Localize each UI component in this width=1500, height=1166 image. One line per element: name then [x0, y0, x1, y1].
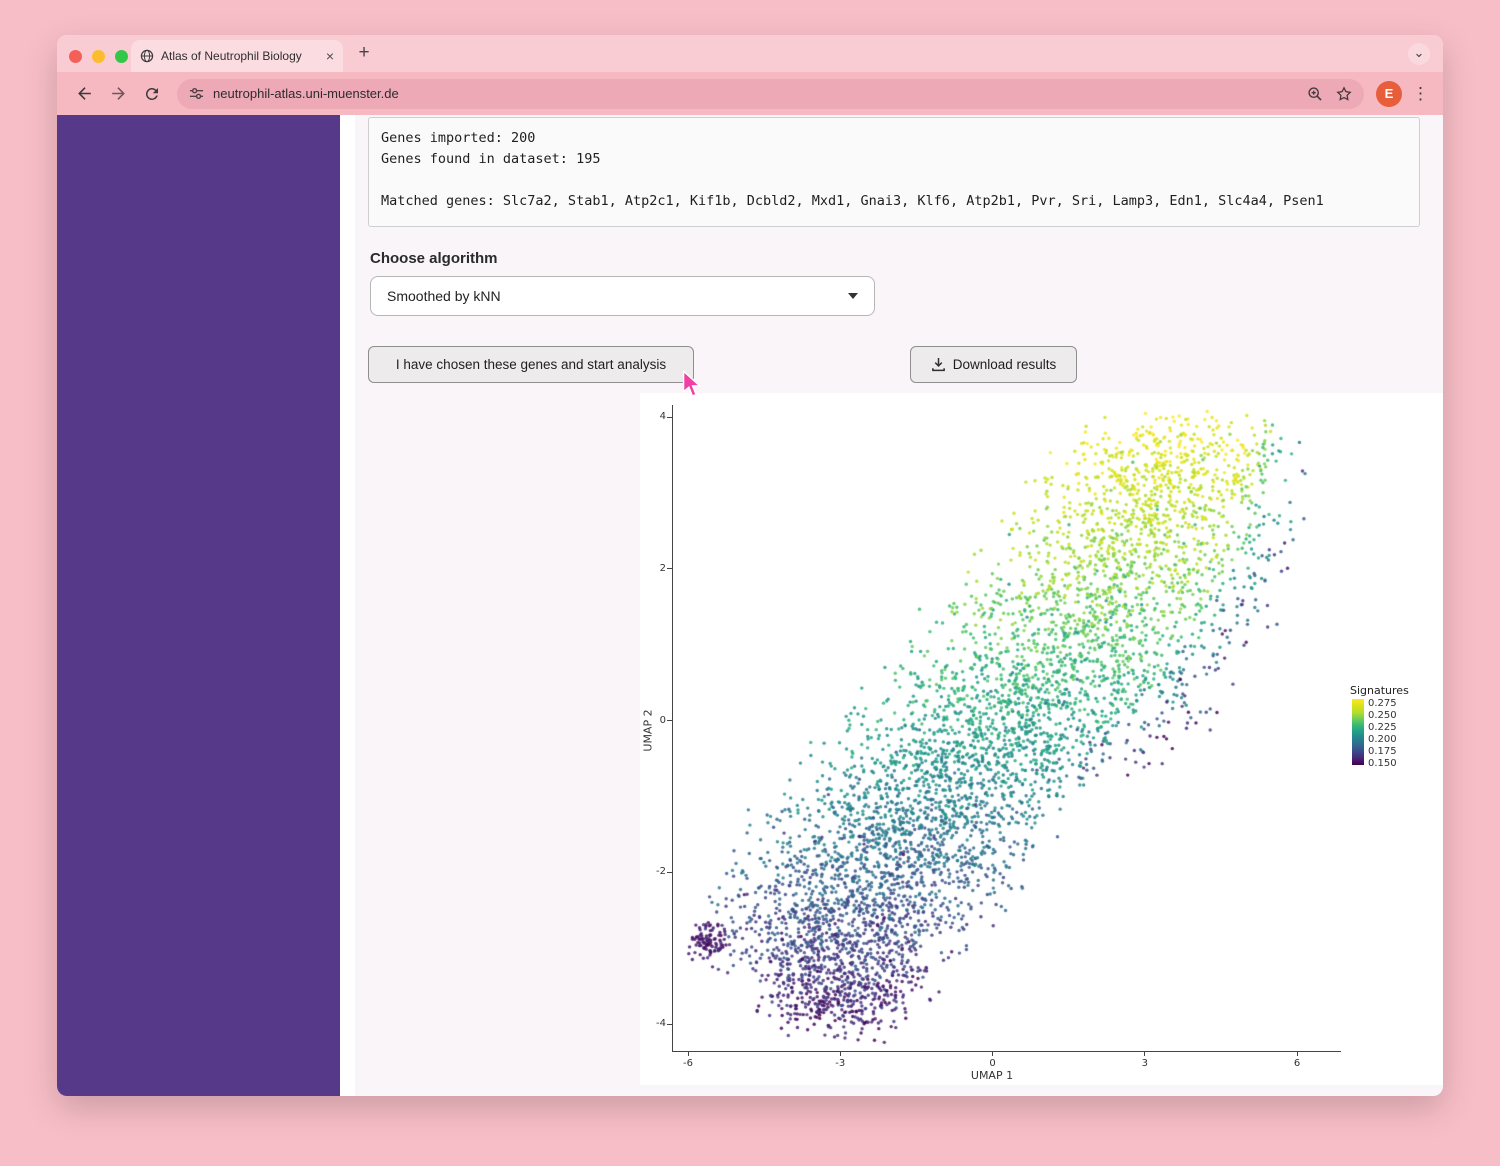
legend-tick-label: 0.175	[1368, 746, 1408, 758]
browser-window: Atlas of Neutrophil Biology × + ⌄ neutro…	[57, 35, 1443, 1096]
algorithm-selected-value: Smoothed by kNN	[387, 288, 501, 304]
app-sidebar	[57, 115, 340, 1096]
gene-import-log: Genes imported: 200 Genes found in datas…	[368, 117, 1420, 227]
address-bar[interactable]: neutrophil-atlas.uni-muenster.de	[177, 79, 1364, 109]
y-axis-line	[672, 405, 673, 1051]
algorithm-select[interactable]: Smoothed by kNN	[370, 276, 875, 316]
legend-title: Signatures	[1350, 684, 1420, 697]
x-tick-mark	[1297, 1051, 1298, 1056]
sidebar-gutter	[340, 115, 355, 1096]
site-settings-icon[interactable]	[189, 86, 204, 101]
x-tick-mark	[1144, 1051, 1145, 1056]
reload-button[interactable]	[139, 81, 165, 107]
mouse-cursor	[681, 370, 703, 398]
legend-tick-label: 0.225	[1368, 722, 1408, 734]
y-tick-mark	[667, 417, 672, 418]
algorithm-label: Choose algorithm	[370, 250, 498, 267]
url-text: neutrophil-atlas.uni-muenster.de	[213, 86, 1294, 101]
x-tick-mark	[840, 1051, 841, 1056]
close-window-button[interactable]	[69, 50, 82, 63]
legend-tick-label: 0.275	[1368, 698, 1408, 710]
umap-plot: -6-3036-4-2024UMAP 1UMAP 2Signatures0.27…	[640, 393, 1443, 1085]
x-tick-label: -3	[825, 1058, 855, 1070]
y-tick-label: 2	[642, 563, 666, 575]
y-axis-title: UMAP 2	[642, 701, 655, 761]
back-button[interactable]	[71, 81, 97, 107]
main-panel: Genes imported: 200 Genes found in datas…	[355, 115, 1443, 1096]
x-tick-label: 3	[1130, 1058, 1160, 1070]
x-axis-line	[672, 1051, 1341, 1052]
tab-favicon-globe-icon	[140, 49, 154, 63]
maximize-window-button[interactable]	[115, 50, 128, 63]
minimize-window-button[interactable]	[92, 50, 105, 63]
download-button-label: Download results	[953, 357, 1057, 372]
tab-strip: Atlas of Neutrophil Biology × + ⌄	[57, 35, 1443, 72]
tab-title: Atlas of Neutrophil Biology	[161, 49, 326, 63]
x-tick-label: 6	[1282, 1058, 1312, 1070]
tab-search-chevron-icon[interactable]: ⌄	[1408, 43, 1430, 65]
x-tick-mark	[992, 1051, 993, 1056]
log-line-matched: Matched genes: Slc7a2, Stab1, Atp2c1, Ki…	[381, 191, 1407, 212]
legend-tick-label: 0.150	[1368, 758, 1408, 770]
page-content: Genes imported: 200 Genes found in datas…	[57, 115, 1443, 1096]
legend-tick-label: 0.250	[1368, 710, 1408, 722]
new-tab-button[interactable]: +	[353, 42, 375, 64]
log-line-imported: Genes imported: 200	[381, 128, 1407, 149]
y-tick-mark	[667, 720, 672, 721]
browser-toolbar: neutrophil-atlas.uni-muenster.de E ⋮	[57, 72, 1443, 115]
x-axis-title: UMAP 1	[952, 1069, 1032, 1082]
chevron-down-icon	[848, 293, 858, 299]
x-tick-mark	[688, 1051, 689, 1056]
y-tick-mark	[667, 872, 672, 873]
browser-menu-icon[interactable]: ⋮	[1412, 84, 1429, 104]
legend-colorbar	[1352, 699, 1364, 765]
umap-scatter-canvas	[640, 393, 1443, 1085]
x-tick-label: -6	[673, 1058, 703, 1070]
tab-close-icon[interactable]: ×	[326, 49, 334, 63]
legend-tick-label: 0.200	[1368, 734, 1408, 746]
browser-tab[interactable]: Atlas of Neutrophil Biology ×	[131, 40, 343, 72]
y-tick-label: 4	[642, 411, 666, 423]
forward-button[interactable]	[105, 81, 131, 107]
y-tick-mark	[667, 568, 672, 569]
y-tick-label: -4	[642, 1018, 666, 1030]
zoom-in-icon[interactable]	[1307, 86, 1323, 102]
start-analysis-button[interactable]: I have chosen these genes and start anal…	[368, 346, 694, 383]
download-results-button[interactable]: Download results	[910, 346, 1077, 383]
log-line-found: Genes found in dataset: 195	[381, 149, 1407, 170]
profile-avatar[interactable]: E	[1376, 81, 1402, 107]
bookmark-star-icon[interactable]	[1336, 86, 1352, 102]
y-tick-label: -2	[642, 866, 666, 878]
y-tick-mark	[667, 1024, 672, 1025]
download-icon	[931, 357, 946, 372]
